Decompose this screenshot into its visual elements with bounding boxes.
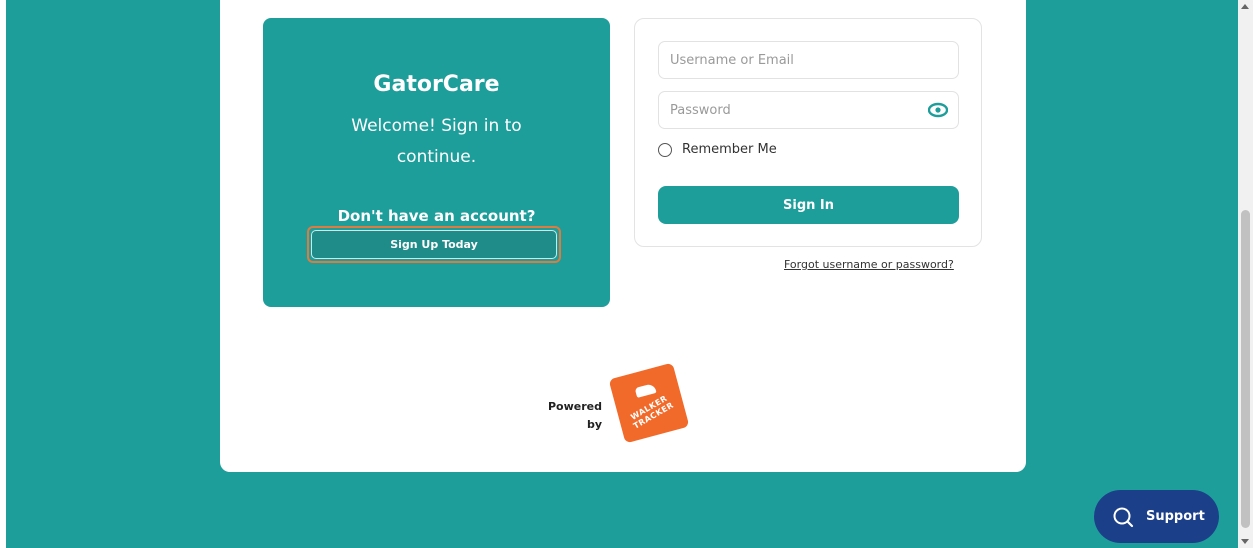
- page-edge: [0, 0, 6, 548]
- password-placeholder: Password: [670, 102, 731, 118]
- welcome-subtitle: Welcome! Sign in to continue.: [351, 116, 522, 167]
- signup-focus-ring: Sign Up Today: [307, 226, 561, 263]
- signup-button[interactable]: Sign Up Today: [311, 230, 557, 259]
- scroll-up-icon[interactable]: [1241, 4, 1249, 9]
- scrollbar[interactable]: [1238, 0, 1253, 548]
- scroll-down-icon[interactable]: [1241, 539, 1249, 544]
- password-input[interactable]: Password: [658, 91, 959, 129]
- remember-radio[interactable]: [658, 142, 672, 157]
- scroll-thumb[interactable]: [1241, 210, 1250, 528]
- eye-icon[interactable]: [928, 102, 948, 118]
- signin-button[interactable]: Sign In: [658, 186, 959, 224]
- username-placeholder: Username or Email: [670, 52, 794, 68]
- support-button[interactable]: Support: [1094, 490, 1219, 543]
- remember-me[interactable]: Remember Me: [658, 142, 777, 157]
- logo-text: WALKER TRACKER: [629, 393, 676, 431]
- welcome-panel: GatorCare Welcome! Sign in to continue. …: [263, 18, 610, 307]
- support-label: Support: [1146, 509, 1205, 524]
- remember-label: Remember Me: [682, 142, 777, 157]
- no-account-prompt: Don't have an account?: [337, 207, 536, 225]
- username-input[interactable]: Username or Email: [658, 41, 959, 79]
- login-form: Username or Email Password Remember Me S…: [634, 18, 982, 247]
- powered-by: Powered by: [540, 398, 602, 434]
- powered-line2: by: [586, 418, 602, 431]
- app-title: GatorCare: [373, 72, 500, 97]
- forgot-link[interactable]: Forgot username or password?: [784, 258, 954, 271]
- search-icon: [1113, 507, 1134, 527]
- shoe-icon: [634, 383, 657, 398]
- powered-line1: Powered: [547, 400, 602, 413]
